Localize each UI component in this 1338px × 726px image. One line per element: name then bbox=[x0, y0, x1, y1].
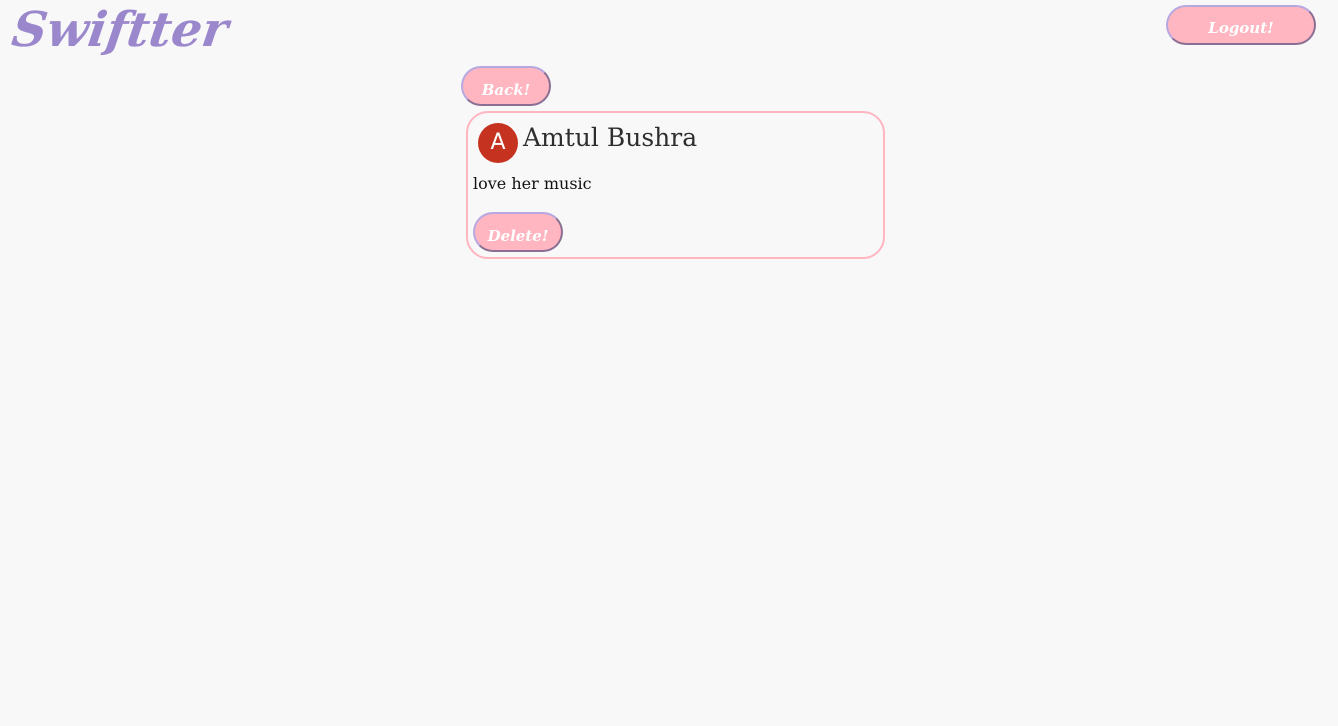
post-text: love her music bbox=[473, 174, 592, 193]
post-card: A Amtul Bushra love her music Delete! bbox=[466, 111, 885, 259]
app-logo[interactable]: Swiftter bbox=[8, 0, 232, 62]
avatar: A bbox=[478, 123, 518, 163]
back-button[interactable]: Back! bbox=[461, 66, 551, 106]
logout-button[interactable]: Logout! bbox=[1166, 5, 1316, 45]
post-author-name: Amtul Bushra bbox=[523, 123, 698, 152]
delete-button[interactable]: Delete! bbox=[473, 212, 563, 252]
